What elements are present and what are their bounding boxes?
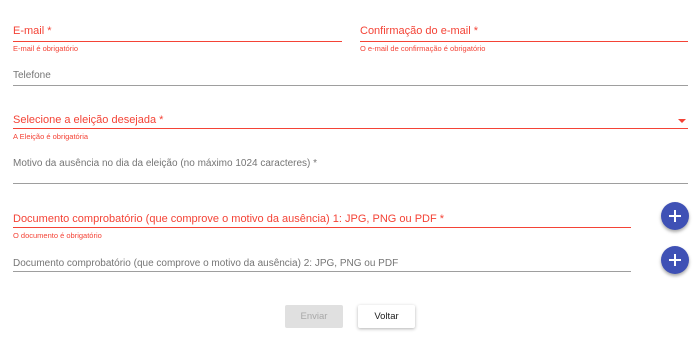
absence-reason-underline <box>13 183 688 184</box>
email-confirmation-field[interactable]: Confirmação do e-mail * O e-mail de conf… <box>360 22 688 54</box>
email-label: E-mail * <box>13 25 52 37</box>
absence-reason-label: Motivo da ausência no dia da eleição (no… <box>13 158 318 169</box>
plus-icon-vertical <box>674 210 676 222</box>
phone-label: Telefone <box>13 70 51 81</box>
email-confirmation-underline <box>360 41 688 42</box>
document-1-underline <box>13 227 631 228</box>
arrow-drop-down-icon[interactable] <box>678 119 686 123</box>
election-select-error: A Eleição é obrigatória <box>13 132 89 141</box>
submit-button[interactable]: Enviar <box>285 305 343 328</box>
document-2-field[interactable]: Documento comprobatório (que comprove o … <box>13 254 631 276</box>
absence-reason-field[interactable]: Motivo da ausência no dia da eleição (no… <box>13 155 688 187</box>
phone-underline <box>13 85 688 86</box>
election-select-underline <box>13 128 688 129</box>
absence-justification-form: E-mail * E-mail é obrigatório Confirmaçã… <box>0 0 700 341</box>
back-button[interactable]: Voltar <box>358 305 415 328</box>
add-document-1-button[interactable] <box>661 202 689 230</box>
document-1-field[interactable]: Documento comprobatório (que comprove o … <box>13 210 631 242</box>
email-confirmation-error: O e-mail de confirmação é obrigatório <box>360 44 486 53</box>
plus-icon-vertical <box>674 254 676 266</box>
document-2-underline <box>13 271 631 272</box>
email-error: E-mail é obrigatório <box>13 44 79 53</box>
email-underline <box>13 41 342 42</box>
add-document-2-button[interactable] <box>661 246 689 274</box>
phone-field[interactable]: Telefone <box>13 66 688 88</box>
election-select[interactable]: Selecione a eleição desejada * A Eleição… <box>13 111 688 143</box>
email-field[interactable]: E-mail * E-mail é obrigatório <box>13 22 342 54</box>
document-2-label: Documento comprobatório (que comprove o … <box>13 258 399 269</box>
email-confirmation-label: Confirmação do e-mail * <box>360 25 478 37</box>
document-1-label: Documento comprobatório (que comprove o … <box>13 213 445 225</box>
document-1-error: O documento é obrigatório <box>13 231 102 240</box>
election-select-label: Selecione a eleição desejada * <box>13 114 164 126</box>
